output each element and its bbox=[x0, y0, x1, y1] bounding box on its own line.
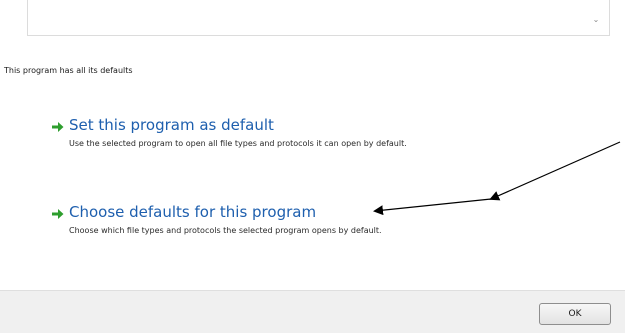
green-arrow-icon bbox=[52, 209, 64, 219]
set-as-default-description: Use the selected program to open all fil… bbox=[69, 139, 407, 148]
green-arrow-icon bbox=[52, 122, 64, 132]
annotation-arrows bbox=[373, 141, 621, 216]
set-as-default-link[interactable]: Set this program as default bbox=[69, 116, 274, 134]
annotation-arrow-lower bbox=[373, 198, 492, 216]
set-default-programs-window: ⌄ This program has all its defaults Set … bbox=[0, 0, 625, 333]
program-list-box[interactable]: ⌄ bbox=[27, 0, 610, 36]
scroll-down-icon[interactable]: ⌄ bbox=[591, 13, 601, 27]
program-status-text: This program has all its defaults bbox=[4, 66, 133, 75]
dialog-footer: OK bbox=[0, 290, 625, 333]
choose-defaults-description: Choose which file types and protocols th… bbox=[69, 226, 382, 235]
ok-button[interactable]: OK bbox=[539, 303, 611, 325]
annotation-arrow-upper bbox=[489, 141, 621, 201]
choose-defaults-link[interactable]: Choose defaults for this program bbox=[69, 203, 316, 221]
